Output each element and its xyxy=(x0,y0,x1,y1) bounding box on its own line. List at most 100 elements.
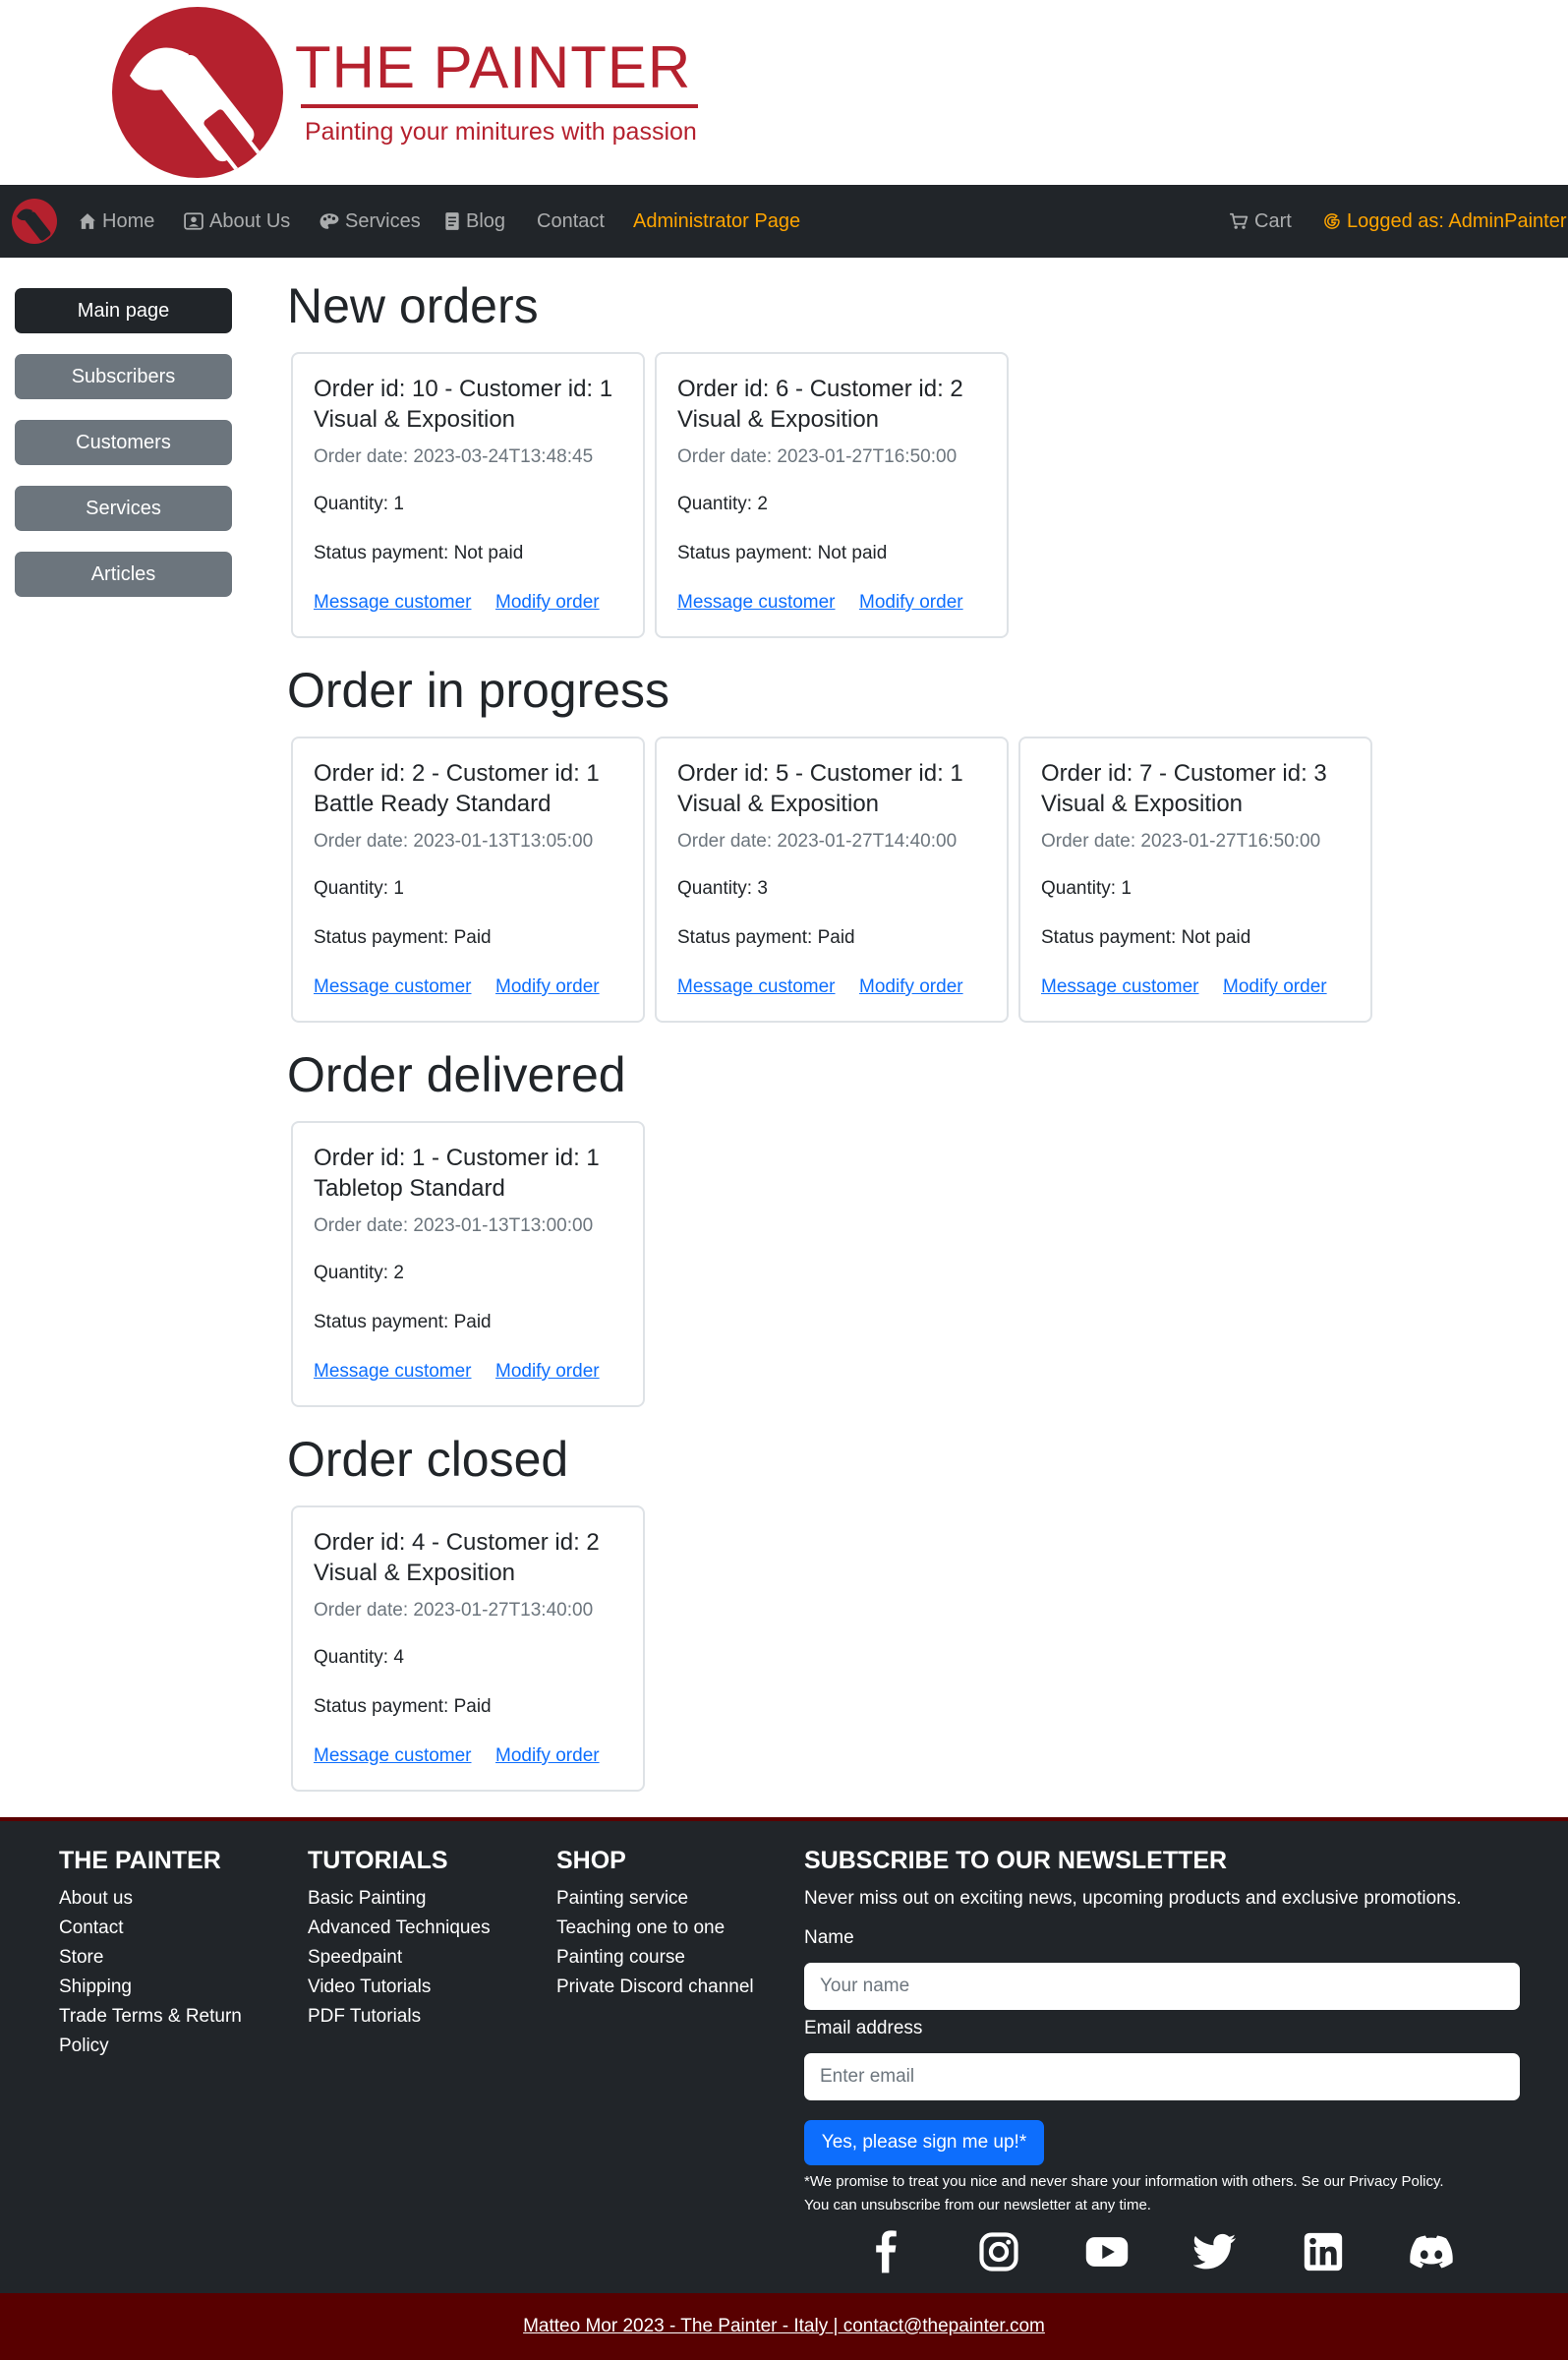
newsletter-unsubscribe-note: You can unsubscribe from our newsletter … xyxy=(804,2197,1151,2213)
message-customer-link[interactable]: Message customer xyxy=(314,976,472,998)
nav-about-us[interactable]: About Us xyxy=(184,185,290,258)
nav-contact-label: Contact xyxy=(537,209,605,232)
nav-cart[interactable]: Cart xyxy=(1229,185,1292,258)
order-date: Order date: 2023-03-24T13:48:45 xyxy=(314,446,594,467)
newsletter-privacy-note: *We promise to treat you nice and never … xyxy=(804,2173,1444,2190)
nav-logged-user[interactable]: Logged as: AdminPainter xyxy=(1323,185,1567,258)
order-quantity: Quantity: 1 xyxy=(314,878,404,899)
footer-link-painting-service[interactable]: Painting service xyxy=(556,1888,688,1910)
newsletter-heading: SUBSCRIBE TO OUR NEWSLETTER xyxy=(804,1847,1228,1874)
nav-administrator-page[interactable]: Administrator Page xyxy=(633,185,800,258)
order-card: Order id: 10 - Customer id: 1 Visual & Ex… xyxy=(291,352,645,638)
order-quantity: Quantity: 3 xyxy=(677,878,768,899)
document-icon xyxy=(445,212,459,230)
house-icon xyxy=(80,213,95,229)
message-customer-link[interactable]: Message customer xyxy=(677,592,836,614)
nav-logged-label: Logged as: AdminPainter xyxy=(1347,209,1567,232)
footer-link-store[interactable]: Store xyxy=(59,1947,103,1969)
nav-services-label: Services xyxy=(345,209,421,232)
order-status-payment: Status payment: Paid xyxy=(314,927,492,948)
footer-link-discord-channel[interactable]: Private Discord channel xyxy=(556,1976,754,1998)
message-customer-link[interactable]: Message customer xyxy=(314,592,472,614)
modify-order-link[interactable]: Modify order xyxy=(1223,976,1327,998)
newsletter-signup-button[interactable]: Yes, please sign me up!* xyxy=(804,2120,1044,2165)
message-customer-link[interactable]: Message customer xyxy=(677,976,836,998)
sidebar-services-button[interactable]: Services xyxy=(15,486,232,531)
nav-home[interactable]: Home xyxy=(79,185,154,258)
footer-link-painting-course[interactable]: Painting course xyxy=(556,1947,685,1969)
footer-link-basic-painting[interactable]: Basic Painting xyxy=(308,1888,426,1910)
footer-link-contact[interactable]: Contact xyxy=(59,1918,123,1939)
sidebar-articles-label: Articles xyxy=(90,562,156,585)
section-title-order-closed: Order closed xyxy=(287,1432,569,1487)
instagram-icon[interactable] xyxy=(975,2228,1022,2275)
footer-link-video-tutorials[interactable]: Video Tutorials xyxy=(308,1976,431,1998)
footer-link-pdf-tutorials[interactable]: PDF Tutorials xyxy=(308,2006,421,2028)
nav-blog[interactable]: Blog xyxy=(444,185,505,258)
order-date: Order date: 2023-01-27T14:40:00 xyxy=(677,831,958,852)
logo-subtitle: Painting your minitures with passion xyxy=(305,118,697,146)
footer-link-trade-terms[interactable]: Trade Terms & Return xyxy=(59,2006,242,2028)
twitter-icon[interactable] xyxy=(1191,2228,1239,2275)
navbar-brand-logo-icon[interactable] xyxy=(12,199,57,244)
order-card-title: Order id: 1 - Customer id: 1 Tabletop Sta… xyxy=(314,1145,600,1202)
copyright-bar: Matteo Mor 2023 - The Painter - Italy | … xyxy=(0,2293,1568,2360)
youtube-icon[interactable] xyxy=(1083,2228,1131,2275)
facebook-icon[interactable] xyxy=(867,2228,914,2275)
modify-order-link[interactable]: Modify order xyxy=(495,1361,600,1383)
nav-contact[interactable]: Contact xyxy=(537,185,605,258)
person-badge-icon xyxy=(184,212,203,230)
newsletter-email-input[interactable] xyxy=(804,2053,1520,2100)
sidebar-articles-button[interactable]: Articles xyxy=(15,552,232,597)
modify-order-link[interactable]: Modify order xyxy=(495,976,600,998)
order-quantity: Quantity: 1 xyxy=(314,494,404,514)
order-card-title: Order id: 7 - Customer id: 3 Visual & Exp… xyxy=(1041,760,1327,817)
order-quantity: Quantity: 2 xyxy=(314,1263,404,1283)
order-card: Order id: 7 - Customer id: 3 Visual & Exp… xyxy=(1018,737,1372,1023)
message-customer-link[interactable]: Message customer xyxy=(314,1745,472,1767)
order-card: Order id: 4 - Customer id: 2 Visual & Exp… xyxy=(291,1505,645,1792)
message-customer-link[interactable]: Message customer xyxy=(1041,976,1199,998)
order-status-payment: Status payment: Not paid xyxy=(1041,927,1251,948)
copyright-link[interactable]: Matteo Mor 2023 - The Painter - Italy | … xyxy=(523,2316,1045,2337)
order-date: Order date: 2023-01-27T16:50:00 xyxy=(1041,831,1321,852)
sidebar-main-page-button[interactable]: Main page xyxy=(15,288,232,333)
sidebar-subscribers-label: Subscribers xyxy=(71,365,176,387)
sidebar-subscribers-button[interactable]: Subscribers xyxy=(15,354,232,399)
order-status-payment: Status payment: Not paid xyxy=(677,543,888,563)
linkedin-icon[interactable] xyxy=(1300,2228,1347,2275)
footer-link-advanced-techniques[interactable]: Advanced Techniques xyxy=(308,1918,491,1939)
main-navbar: Home About Us Services Blog Contact Admi… xyxy=(0,185,1568,258)
discord-icon[interactable] xyxy=(1408,2228,1455,2275)
message-customer-link[interactable]: Message customer xyxy=(314,1361,472,1383)
modify-order-link[interactable]: Modify order xyxy=(495,1745,600,1767)
logo-title: THE PAINTER xyxy=(295,34,692,100)
sidebar-main-page-label: Main page xyxy=(77,299,170,322)
section-title-order-delivered: Order delivered xyxy=(287,1047,626,1102)
order-card-title: Order id: 6 - Customer id: 2 Visual & Exp… xyxy=(677,376,963,433)
footer-link-teaching[interactable]: Teaching one to one xyxy=(556,1918,725,1939)
sidebar-customers-label: Customers xyxy=(76,431,171,453)
logo-divider xyxy=(301,104,698,108)
order-date: Order date: 2023-01-13T13:00:00 xyxy=(314,1215,594,1236)
footer-link-about-us[interactable]: About us xyxy=(59,1888,133,1910)
newsletter-email-label: Email address xyxy=(804,2018,923,2038)
order-date: Order date: 2023-01-27T16:50:00 xyxy=(677,446,958,467)
nav-services[interactable]: Services xyxy=(319,185,421,258)
footer-link-shipping[interactable]: Shipping xyxy=(59,1976,132,1998)
modify-order-link[interactable]: Modify order xyxy=(495,592,600,614)
order-card: Order id: 1 - Customer id: 1 Tabletop Sta… xyxy=(291,1121,645,1407)
modify-order-link[interactable]: Modify order xyxy=(859,976,963,998)
modify-order-link[interactable]: Modify order xyxy=(859,592,963,614)
footer-link-policy[interactable]: Policy xyxy=(59,2036,109,2057)
order-status-payment: Status payment: Paid xyxy=(677,927,855,948)
newsletter-name-input[interactable] xyxy=(804,1963,1520,2010)
brush-logo-icon[interactable] xyxy=(112,7,283,178)
nav-cart-label: Cart xyxy=(1254,209,1292,232)
order-date: Order date: 2023-01-13T13:05:00 xyxy=(314,831,594,852)
sidebar-customers-button[interactable]: Customers xyxy=(15,420,232,465)
section-title-new-orders: New orders xyxy=(287,278,539,333)
footer-link-speedpaint[interactable]: Speedpaint xyxy=(308,1947,402,1969)
newsletter-name-label: Name xyxy=(804,1927,854,1948)
section-title-order-in-progress: Order in progress xyxy=(287,663,670,718)
